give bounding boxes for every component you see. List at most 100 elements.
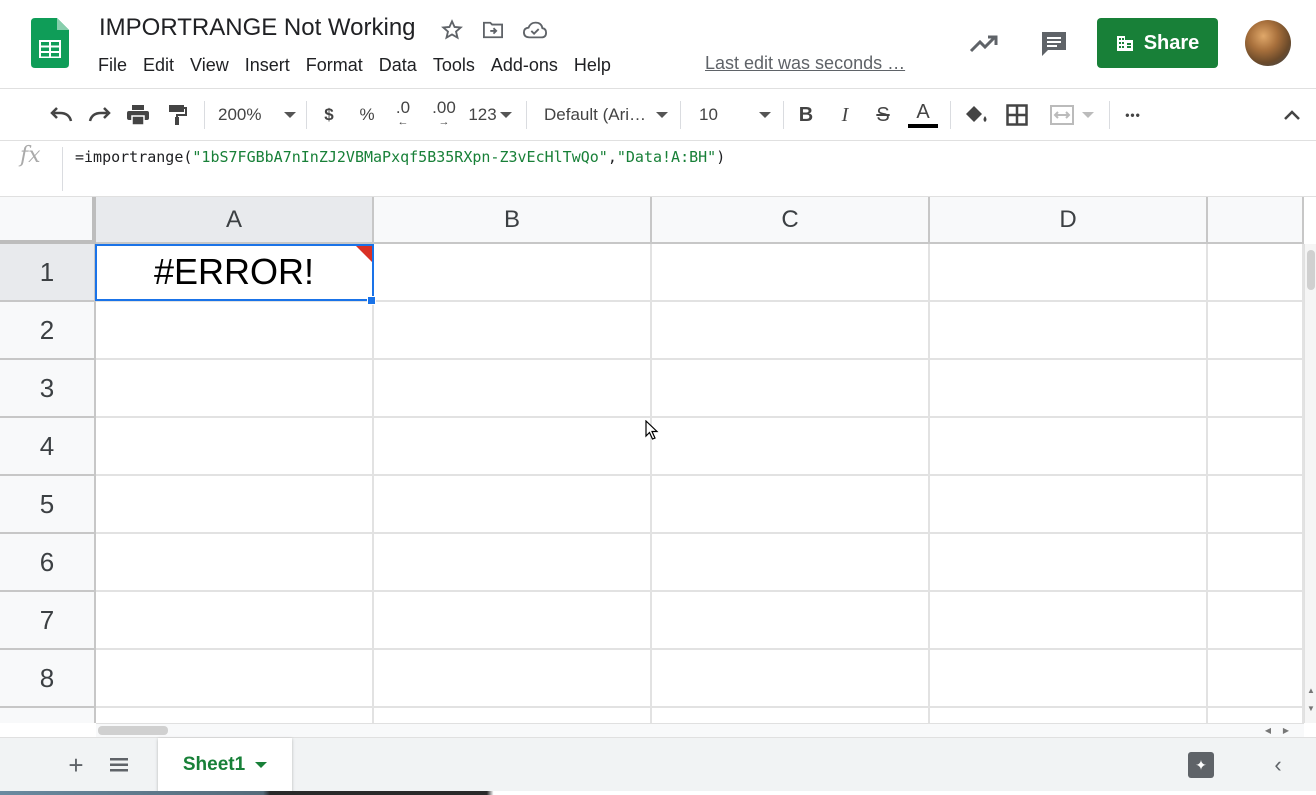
cell-d7[interactable] [930,592,1208,650]
currency-format-button[interactable]: $ [318,101,340,129]
cell-b3[interactable] [374,360,652,418]
collapse-menus-icon[interactable] [1280,101,1304,129]
more-options-button[interactable]: ••• [1120,101,1146,129]
cell-c4[interactable] [652,418,930,476]
cell-a3[interactable] [96,360,374,418]
row-header-3[interactable]: 3 [0,360,96,418]
chevron-down-icon[interactable] [255,762,268,768]
move-folder-icon[interactable] [481,18,505,42]
increase-decimal-button[interactable]: .00 → [428,99,460,129]
cell-e3[interactable] [1208,360,1304,418]
undo-icon[interactable] [47,101,75,129]
paint-format-icon[interactable] [164,101,190,129]
merge-cells-button[interactable] [1046,101,1098,129]
column-header-c[interactable]: C [652,197,930,244]
cell-b1[interactable] [374,244,652,302]
cell-e4[interactable] [1208,418,1304,476]
cell-d2[interactable] [930,302,1208,360]
scroll-left-icon[interactable]: ◀ [1262,724,1274,736]
horizontal-scrollbar[interactable]: ◀ ▶ [96,723,1304,737]
row-header-5[interactable]: 5 [0,476,96,534]
row-header-9[interactable] [0,708,96,723]
cell-c2[interactable] [652,302,930,360]
scroll-down-icon[interactable]: ▼ [1305,702,1316,714]
cell-a2[interactable] [96,302,374,360]
menu-help[interactable]: Help [566,55,619,76]
menu-data[interactable]: Data [371,55,425,76]
cell-a8[interactable] [96,650,374,708]
cell-a7[interactable] [96,592,374,650]
percent-format-button[interactable]: % [356,101,378,129]
cell-d1[interactable] [930,244,1208,302]
cell-b7[interactable] [374,592,652,650]
cell-e5[interactable] [1208,476,1304,534]
menu-edit[interactable]: Edit [135,55,182,76]
row-header-7[interactable]: 7 [0,592,96,650]
menu-view[interactable]: View [182,55,237,76]
cell-e2[interactable] [1208,302,1304,360]
vertical-scroll-thumb[interactable] [1307,250,1315,290]
cell-e1[interactable] [1208,244,1304,302]
menu-addons[interactable]: Add-ons [483,55,566,76]
last-edit-link[interactable]: Last edit was seconds … [705,53,905,74]
cell-d8[interactable] [930,650,1208,708]
cell-d3[interactable] [930,360,1208,418]
cell-d6[interactable] [930,534,1208,592]
cell-c1[interactable] [652,244,930,302]
share-button[interactable]: Share [1097,18,1218,68]
activity-trend-icon[interactable] [968,28,1000,60]
font-size-select[interactable]: 10 [699,101,771,129]
menu-tools[interactable]: Tools [425,55,483,76]
formula-input[interactable]: =importrange("1bS7FGBbA7nInZJ2VBMaPxqf5B… [75,148,725,166]
cell-e7[interactable] [1208,592,1304,650]
side-panel-toggle-icon[interactable]: ‹ [1266,752,1290,777]
avatar[interactable] [1245,20,1291,66]
fill-color-icon[interactable] [964,101,990,129]
row-header-8[interactable]: 8 [0,650,96,708]
star-icon[interactable] [440,18,464,42]
cell-b8[interactable] [374,650,652,708]
cell-b5[interactable] [374,476,652,534]
all-sheets-icon[interactable] [107,753,131,777]
cell-d5[interactable] [930,476,1208,534]
sheets-logo-icon[interactable] [31,18,69,68]
cell-e8[interactable] [1208,650,1304,708]
zoom-select[interactable]: 200% [218,101,296,129]
row-header-1[interactable]: 1 [0,244,96,302]
cell-b6[interactable] [374,534,652,592]
cell-c8[interactable] [652,650,930,708]
strikethrough-button[interactable]: S [872,101,894,129]
add-sheet-icon[interactable]: + [64,750,88,780]
cell-c6[interactable] [652,534,930,592]
cell-b9[interactable] [374,708,652,723]
cell-e6[interactable] [1208,534,1304,592]
cell-d9[interactable] [930,708,1208,723]
menu-insert[interactable]: Insert [237,55,298,76]
row-header-2[interactable]: 2 [0,302,96,360]
scroll-up-icon[interactable]: ▲ [1305,684,1316,696]
fill-handle[interactable] [367,296,376,305]
cell-c5[interactable] [652,476,930,534]
redo-icon[interactable] [86,101,114,129]
sheet-tab-sheet1[interactable]: Sheet1 [158,738,292,792]
bold-button[interactable]: B [795,101,817,129]
text-color-button[interactable]: A [908,101,938,129]
explore-icon[interactable]: ✦ [1188,752,1214,778]
cell-e9[interactable] [1208,708,1304,723]
cell-a4[interactable] [96,418,374,476]
cloud-status-icon[interactable] [523,18,547,42]
column-header-b[interactable]: B [374,197,652,244]
column-header-d[interactable]: D [930,197,1208,244]
cell-c3[interactable] [652,360,930,418]
row-header-4[interactable]: 4 [0,418,96,476]
row-header-6[interactable]: 6 [0,534,96,592]
vertical-scrollbar[interactable]: ▲ ▼ [1304,244,1316,723]
cell-a5[interactable] [96,476,374,534]
document-title[interactable]: IMPORTRANGE Not Working [99,14,416,42]
cell-c9[interactable] [652,708,930,723]
decrease-decimal-button[interactable]: .0 ← [390,99,416,129]
number-format-select[interactable]: 123 [468,101,512,129]
italic-button[interactable]: I [834,101,856,129]
column-header-a[interactable]: A [96,197,374,244]
comments-icon[interactable] [1038,28,1070,60]
